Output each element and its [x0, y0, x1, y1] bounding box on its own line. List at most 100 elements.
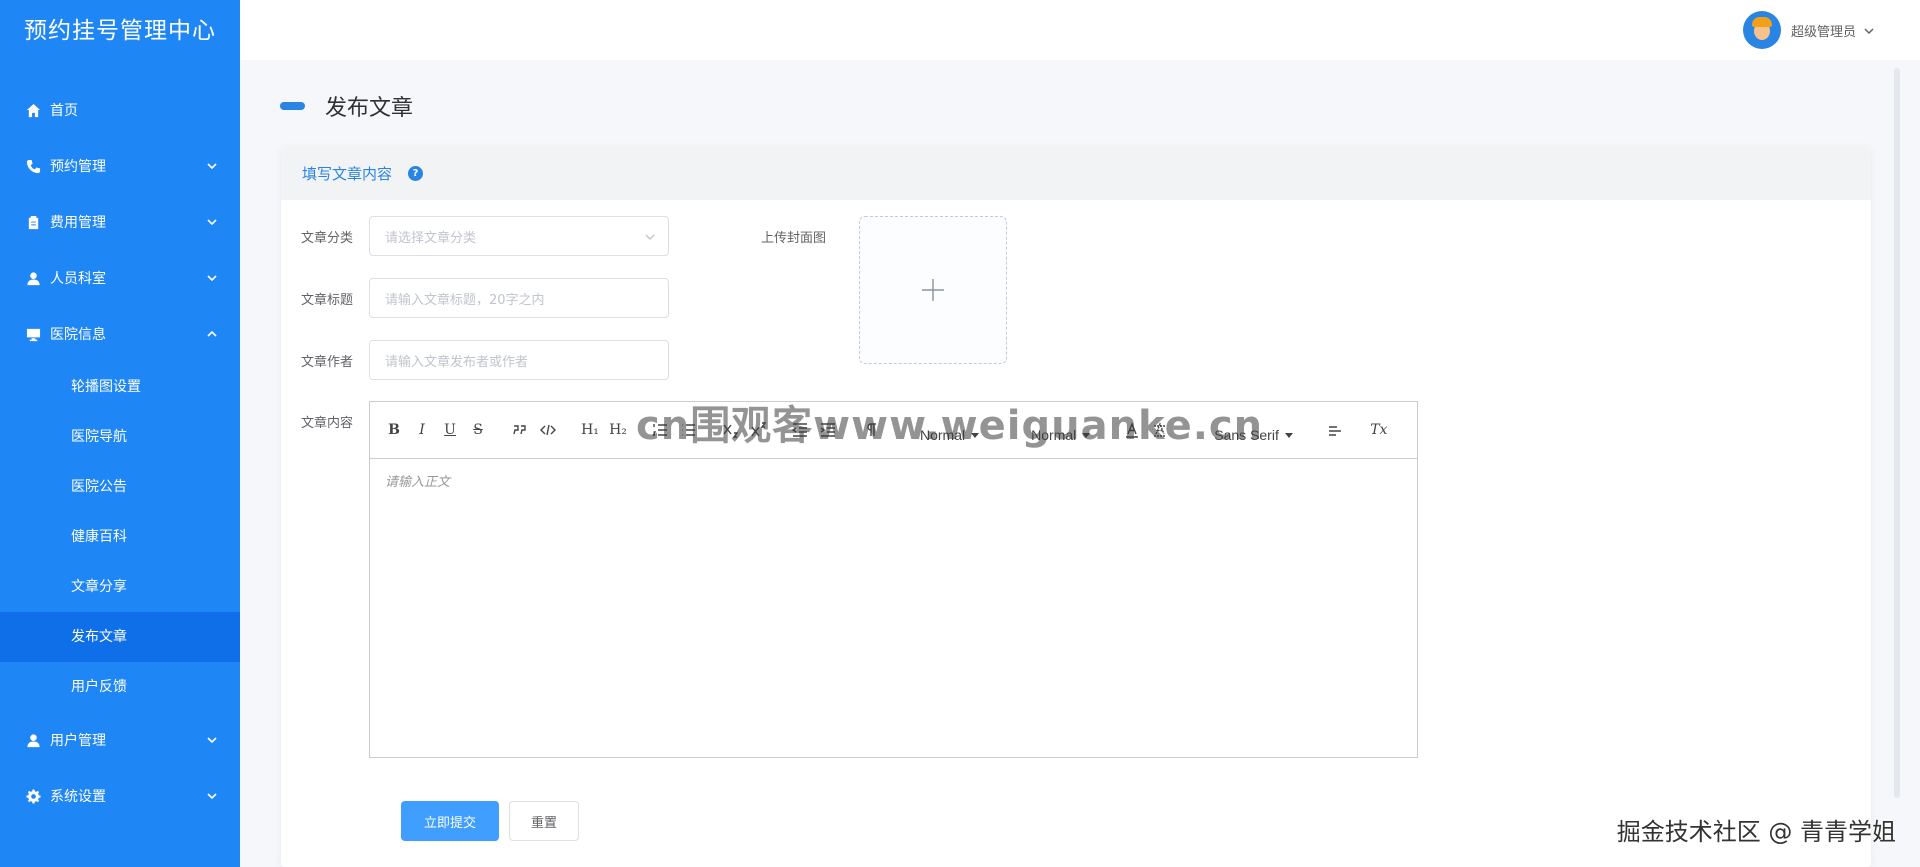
- chevron-down-icon: [644, 231, 656, 243]
- sidebar: 预约挂号管理中心 首页 预约管理 费用管理 人员科室 医院信息 轮播图设置 医院…: [0, 0, 240, 867]
- cover-upload[interactable]: [859, 216, 1007, 364]
- chevron-down-icon: [206, 272, 218, 284]
- chevron-down-icon: [206, 160, 218, 172]
- bullet-list-icon[interactable]: [676, 419, 700, 441]
- monitor-icon: [24, 325, 42, 343]
- hospital-info-submenu: 轮播图设置 医院导航 医院公告 健康百科 文章分享 发布文章 用户反馈: [0, 362, 240, 712]
- outdent-icon[interactable]: [788, 419, 812, 441]
- chevron-down-icon: [206, 790, 218, 802]
- caret-down-icon: [971, 432, 980, 438]
- username: 超级管理员: [1790, 24, 1856, 40]
- sidebar-item-label: 预约管理: [50, 159, 106, 175]
- chevron-down-icon: [206, 216, 218, 228]
- updown-caret-icon: [1284, 432, 1293, 438]
- reset-button[interactable]: 重置: [509, 801, 579, 841]
- caret-down-icon: [1082, 432, 1091, 438]
- submenu-item-publish-article[interactable]: 发布文章: [0, 612, 240, 662]
- credit-watermark: 掘金技术社区 @ 青青学姐: [1616, 818, 1896, 846]
- submenu-item-health-wiki[interactable]: 健康百科: [0, 512, 240, 562]
- title-label: 文章标题: [301, 292, 354, 308]
- clean-format-button[interactable]: Tx: [1367, 419, 1391, 441]
- text-direction-icon[interactable]: [858, 419, 882, 441]
- editor-content[interactable]: 请输入正文: [370, 459, 1417, 502]
- size-select[interactable]: Normal: [920, 427, 980, 443]
- sidebar-item-label: 人员科室: [50, 271, 106, 287]
- plus-icon: [922, 279, 944, 301]
- superscript-icon[interactable]: [746, 419, 770, 441]
- content-label: 文章内容: [301, 416, 354, 431]
- author-placeholder: 请输入文章发布者或作者: [385, 354, 529, 370]
- ordered-list-icon[interactable]: [648, 419, 672, 441]
- align-icon[interactable]: [1323, 419, 1347, 441]
- subscript-icon[interactable]: [718, 419, 742, 441]
- author-input[interactable]: 请输入文章发布者或作者: [369, 340, 669, 380]
- sidebar-item-label: 医院信息: [50, 327, 106, 343]
- chevron-down-icon: [1864, 25, 1874, 35]
- font-select[interactable]: Sans Serif: [1214, 427, 1293, 443]
- page-title: 发布文章: [325, 96, 414, 121]
- size-select-value: Normal: [920, 427, 966, 443]
- sidebar-item-fees[interactable]: 费用管理: [0, 194, 240, 250]
- chevron-up-icon: [206, 328, 218, 340]
- author-row: 文章作者 请输入文章发布者或作者: [301, 340, 669, 380]
- top-header: 超级管理员: [240, 0, 1920, 60]
- editor-placeholder: 请输入正文: [385, 475, 451, 490]
- rich-text-editor: B I U S H₁ H₂ Normal Normal Sans Serif T…: [369, 401, 1418, 758]
- sidebar-item-home[interactable]: 首页: [0, 82, 240, 138]
- category-select[interactable]: 请选择文章分类: [369, 216, 669, 256]
- help-icon[interactable]: ?: [408, 166, 424, 181]
- author-label: 文章作者: [301, 354, 354, 370]
- sidebar-item-users[interactable]: 用户管理: [0, 712, 240, 768]
- sidebar-item-settings[interactable]: 系统设置: [0, 768, 240, 824]
- avatar-hat: [1751, 17, 1772, 27]
- h2-button[interactable]: H₂: [606, 419, 630, 441]
- page-scrollbar[interactable]: [1894, 68, 1900, 798]
- phone-icon: [24, 157, 42, 175]
- user-icon: [24, 731, 42, 749]
- sidebar-item-staff[interactable]: 人员科室: [0, 250, 240, 306]
- font-color-icon[interactable]: [1120, 419, 1144, 441]
- sidebar-item-appointments[interactable]: 预约管理: [0, 138, 240, 194]
- form-card: 填写文章内容 ? 文章分类 请选择文章分类 文章标题 请输入文章标题，20字之内…: [281, 147, 1871, 867]
- title-row: 文章标题 请输入文章标题，20字之内: [301, 278, 669, 318]
- indent-icon[interactable]: [816, 419, 840, 441]
- title-accent-bar: [280, 102, 305, 110]
- home-icon: [24, 101, 42, 119]
- title-placeholder: 请输入文章标题，20字之内: [385, 292, 545, 308]
- cover-label: 上传封面图: [761, 231, 827, 246]
- submit-button[interactable]: 立即提交: [401, 801, 499, 841]
- code-block-icon[interactable]: [536, 419, 560, 441]
- sidebar-item-hospital-info[interactable]: 医院信息: [0, 306, 240, 362]
- bold-button[interactable]: B: [382, 419, 406, 441]
- submenu-item-navigation[interactable]: 医院导航: [0, 412, 240, 462]
- person-icon: [24, 269, 42, 287]
- page-title-block: 发布文章: [280, 90, 413, 122]
- header-select[interactable]: Normal: [1031, 427, 1091, 443]
- brand-title: 预约挂号管理中心: [24, 18, 216, 44]
- submenu-item-article-share[interactable]: 文章分享: [0, 562, 240, 612]
- sidebar-menu: 首页 预约管理 费用管理 人员科室 医院信息 轮播图设置 医院导航 医院公告 健…: [0, 82, 240, 824]
- title-input[interactable]: 请输入文章标题，20字之内: [369, 278, 669, 318]
- card-title: 填写文章内容: [302, 165, 393, 183]
- submenu-item-carousel[interactable]: 轮播图设置: [0, 362, 240, 412]
- user-menu[interactable]: 超级管理员: [1742, 11, 1874, 49]
- h1-button[interactable]: H₁: [578, 419, 602, 441]
- card-header: 填写文章内容 ?: [281, 147, 1871, 200]
- font-select-value: Sans Serif: [1214, 427, 1279, 443]
- background-color-icon[interactable]: [1148, 419, 1172, 441]
- italic-button[interactable]: I: [410, 419, 434, 441]
- gear-icon: [24, 787, 42, 805]
- sidebar-item-label: 用户管理: [50, 733, 106, 749]
- category-placeholder: 请选择文章分类: [385, 230, 477, 246]
- underline-button[interactable]: U: [438, 419, 462, 441]
- clipboard-icon: [24, 213, 42, 231]
- blockquote-icon[interactable]: [508, 419, 532, 441]
- category-label: 文章分类: [301, 230, 354, 246]
- chevron-down-icon: [206, 734, 218, 746]
- header-select-value: Normal: [1031, 427, 1077, 443]
- strike-button[interactable]: S: [466, 419, 490, 441]
- sidebar-item-label: 系统设置: [50, 789, 106, 805]
- submenu-item-feedback[interactable]: 用户反馈: [0, 662, 240, 712]
- submenu-item-announcement[interactable]: 医院公告: [0, 462, 240, 512]
- sidebar-item-label: 首页: [50, 103, 78, 119]
